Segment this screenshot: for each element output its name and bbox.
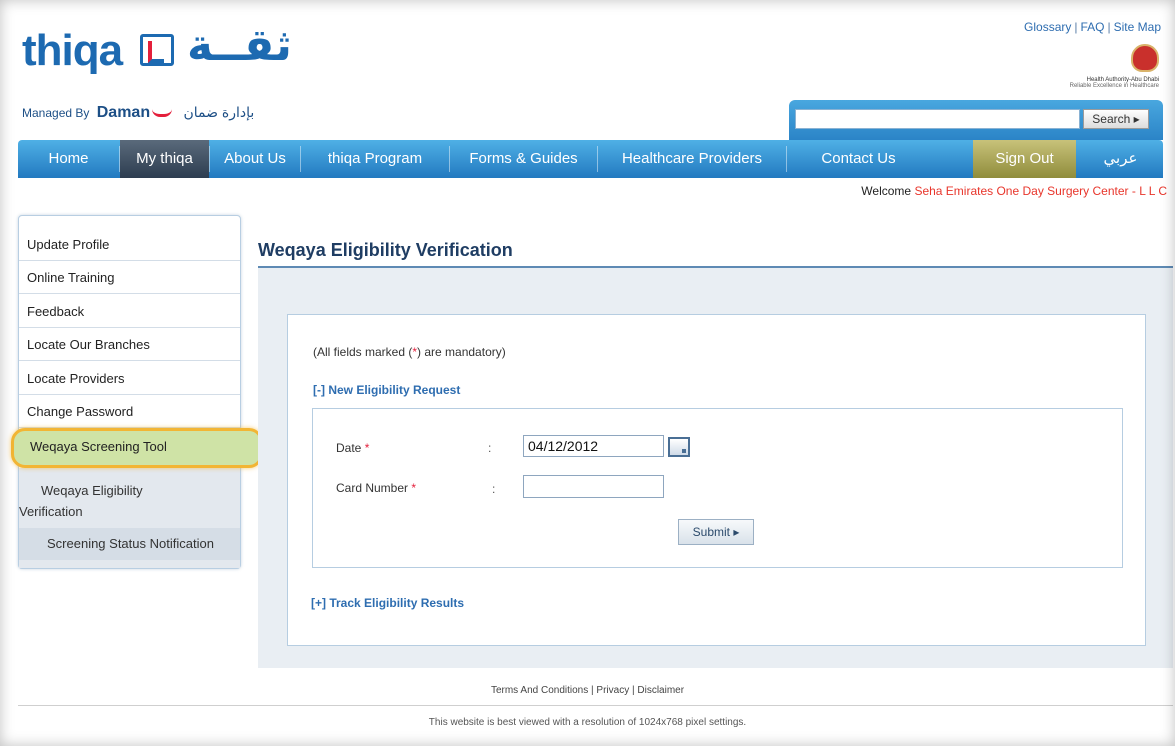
field-colon: : <box>492 482 496 496</box>
date-label-text: Date <box>336 441 362 455</box>
mandatory-note: (All fields marked (*) are mandatory) <box>313 345 506 359</box>
calendar-icon[interactable] <box>668 437 690 457</box>
terms-link[interactable]: Terms And Conditions <box>491 685 588 696</box>
sidebar: Update Profile Online Training Feedback … <box>11 215 263 569</box>
required-mark: * <box>364 441 370 455</box>
footer-links: Terms And Conditions | Privacy | Disclai… <box>0 685 1175 696</box>
welcome-message: Welcome Seha Emirates One Day Surgery Ce… <box>861 184 1167 198</box>
managed-by-line: Managed By Daman بإدارة ضمان <box>22 104 254 122</box>
new-eligibility-request-toggle[interactable]: [-] New Eligibility Request <box>313 383 460 397</box>
field-colon: : <box>488 441 492 455</box>
logo-arabic-text: ثقــة <box>187 20 292 71</box>
resolution-note: This website is best viewed with a resol… <box>428 717 747 728</box>
card-number-field[interactable] <box>523 475 664 498</box>
nav-my-thiqa[interactable]: My thiqa <box>120 140 209 178</box>
sidebar-item-locate-providers[interactable]: Locate Providers <box>19 362 240 395</box>
logo-mark-icon <box>140 34 174 66</box>
sidebar-item-locate-branches[interactable]: Locate Our Branches <box>19 328 240 361</box>
main-nav: Home My thiqa About Us thiqa Program For… <box>18 140 1163 178</box>
top-links: Glossary | FAQ | Site Map <box>1024 20 1161 34</box>
date-field[interactable] <box>523 435 664 457</box>
arabic-language-link[interactable]: عربي <box>1078 140 1163 178</box>
footer-divider <box>18 705 1173 706</box>
daman-brand-arabic: بإدارة ضمان <box>183 104 255 120</box>
card-number-label-text: Card Number <box>336 481 409 495</box>
search-button[interactable]: Search ▸ <box>1083 109 1149 129</box>
nav-forms-guides[interactable]: Forms & Guides <box>450 140 597 178</box>
daman-brand: Daman <box>96 104 151 121</box>
page-title: Weqaya Eligibility Verification <box>258 240 513 260</box>
track-eligibility-results-toggle[interactable]: [+] Track Eligibility Results <box>311 596 464 610</box>
sidebar-item-weqaya-eligibility[interactable]: Weqaya Eligibility <box>41 476 236 506</box>
nav-about-us[interactable]: About Us <box>210 140 300 178</box>
privacy-link[interactable]: Privacy <box>596 685 629 696</box>
sidebar-item-change-password[interactable]: Change Password <box>19 395 240 428</box>
sign-out-button[interactable]: Sign Out <box>973 140 1076 178</box>
sidebar-item-feedback[interactable]: Feedback <box>19 295 240 328</box>
sidebar-item-update-profile[interactable]: Update Profile <box>19 228 240 261</box>
submit-button[interactable]: Submit ▸ <box>678 519 754 545</box>
date-label: Date * <box>336 441 369 455</box>
faq-link[interactable]: FAQ <box>1081 20 1105 34</box>
mandatory-note-prefix: (All fields marked ( <box>313 345 413 359</box>
sidebar-item-online-training[interactable]: Online Training <box>19 261 240 294</box>
card-number-label: Card Number * <box>336 481 416 495</box>
link-separator: | <box>1074 20 1078 34</box>
health-authority-logo: Health Authority-Abu Dhabi Reliable Exce… <box>1029 44 1159 89</box>
nav-contact-us[interactable]: Contact Us <box>787 140 930 178</box>
sidebar-submenu: Weqaya Eligibility Verification Screenin… <box>19 468 240 568</box>
site-map-link[interactable]: Site Map <box>1114 20 1161 34</box>
nav-healthcare-providers[interactable]: Healthcare Providers <box>598 140 786 178</box>
sidebar-item-label: Weqaya Screening Tool <box>30 439 167 454</box>
authority-tagline: Reliable Excellence in Healthcare <box>1069 83 1159 89</box>
mandatory-note-suffix: ) are mandatory) <box>417 345 506 359</box>
falcon-emblem-icon <box>1131 44 1159 72</box>
sidebar-item-weqaya-eligibility-cont[interactable]: Verification <box>19 504 83 519</box>
daman-swoosh-icon <box>152 109 173 117</box>
welcome-prefix: Welcome <box>861 184 912 198</box>
search-input[interactable] <box>795 109 1080 129</box>
required-mark: * <box>411 481 417 495</box>
welcome-user-name: Seha Emirates One Day Surgery Center - L… <box>914 184 1167 198</box>
nav-home[interactable]: Home <box>18 140 119 178</box>
sidebar-item-weqaya-screening-tool[interactable]: Weqaya Screening Tool <box>11 428 263 468</box>
managed-by-label: Managed By <box>22 106 90 120</box>
sidebar-item-screening-status[interactable]: Screening Status Notification <box>19 528 240 560</box>
nav-thiqa-program[interactable]: thiqa Program <box>301 140 449 178</box>
thiqa-logo[interactable]: thiqa ثقــة Managed By Daman بإدارة ضمان <box>22 18 322 121</box>
link-separator: | <box>1107 20 1111 34</box>
glossary-link[interactable]: Glossary <box>1024 20 1071 34</box>
disclaimer-link[interactable]: Disclaimer <box>637 685 684 696</box>
search-bar: Search ▸ <box>789 100 1163 140</box>
logo-text: thiqa <box>22 26 123 75</box>
